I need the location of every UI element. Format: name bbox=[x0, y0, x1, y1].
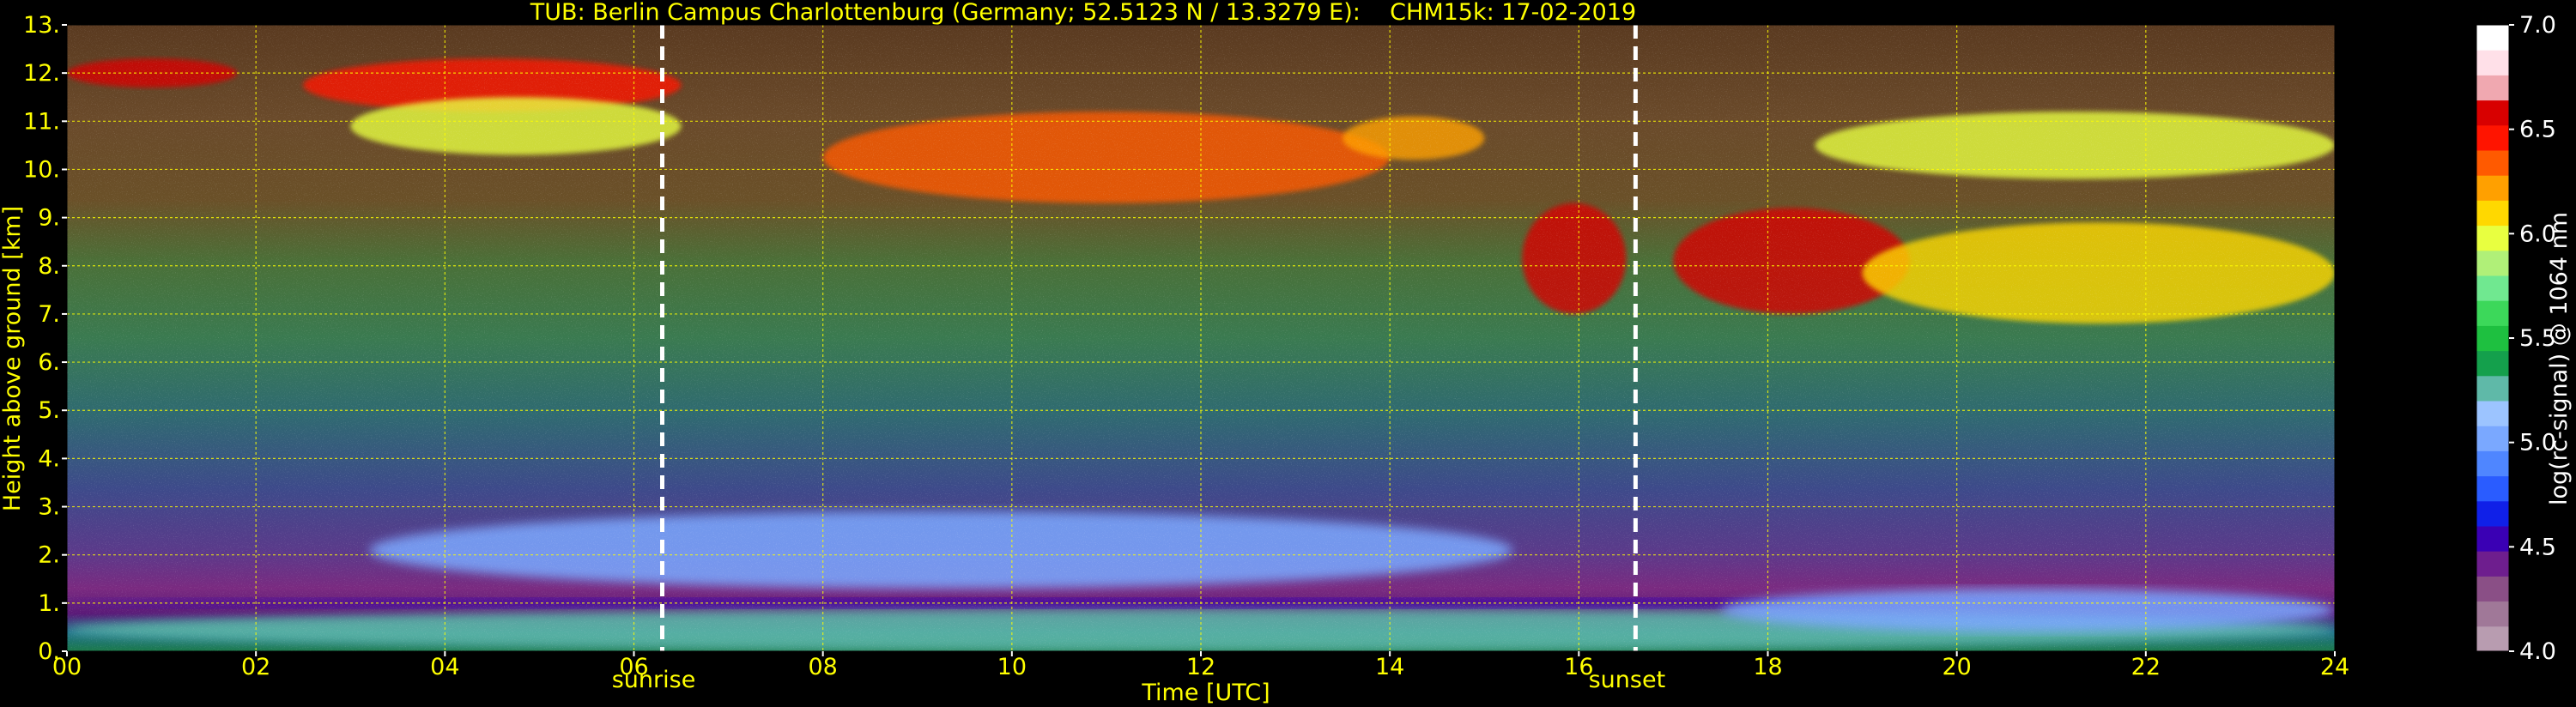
y-tick-label: 6. bbox=[38, 349, 60, 376]
y-tick-label: 4. bbox=[38, 445, 60, 472]
colorbar-swatch bbox=[2476, 225, 2509, 251]
x-tick-label: 22 bbox=[2131, 654, 2161, 680]
colorbar-swatch bbox=[2476, 500, 2509, 527]
colorbar-swatch bbox=[2476, 275, 2509, 301]
y-tick-label: 2. bbox=[38, 542, 60, 569]
y-tick-label: 3. bbox=[38, 494, 60, 521]
x-tick-label: 08 bbox=[808, 654, 837, 680]
x-tick-label: 10 bbox=[997, 654, 1027, 680]
x-tick-label: 18 bbox=[1753, 654, 1782, 680]
x-tick-label: 24 bbox=[2320, 654, 2349, 680]
colorbar-swatch bbox=[2476, 150, 2509, 176]
y-tick-label: 12. bbox=[23, 60, 60, 87]
colorbar-swatch bbox=[2476, 601, 2509, 627]
x-axis-ticks: 00 02 04 06 08 10 12 14 16 18 20 22 24 bbox=[52, 651, 2349, 680]
y-tick-label: 9. bbox=[38, 205, 60, 232]
x-tick-label: 20 bbox=[1942, 654, 1971, 680]
colorbar-swatch bbox=[2476, 124, 2509, 151]
x-tick-label: 04 bbox=[430, 654, 459, 680]
sun-event-labels: sunrise sunset bbox=[612, 667, 1665, 693]
colorbar-tick-label: 6.5 bbox=[2519, 117, 2556, 143]
colorbar-swatch bbox=[2476, 526, 2509, 552]
colorbar-swatch bbox=[2476, 250, 2509, 276]
colorbar-swatch bbox=[2476, 100, 2509, 126]
colorbar-swatch bbox=[2476, 200, 2509, 227]
y-tick-label: 11. bbox=[23, 108, 60, 135]
colorbar-label: log(rc-signal) @ 1064 nm bbox=[2546, 212, 2573, 505]
y-tick-label: 13. bbox=[23, 12, 60, 39]
colorbar-swatch bbox=[2476, 50, 2509, 76]
colorbar-swatch bbox=[2476, 551, 2509, 577]
colorbar-swatch bbox=[2476, 475, 2509, 502]
colorbar-swatch bbox=[2476, 175, 2509, 201]
sunrise-label: sunrise bbox=[612, 667, 696, 693]
sunset-label: sunset bbox=[1589, 667, 1666, 693]
y-tick-label: 1. bbox=[38, 590, 60, 617]
colorbar-swatch bbox=[2476, 25, 2509, 51]
lidar-chart: 0.1.2.3.4.5.6.7.8.9.10.11.12.13. 00 02 04 0… bbox=[0, 0, 2573, 706]
y-axis-label: Height above ground [km] bbox=[0, 206, 26, 511]
colorbar-swatch bbox=[2476, 300, 2509, 326]
x-tick-label: 00 bbox=[52, 654, 82, 680]
y-tick-label: 5. bbox=[38, 397, 60, 424]
colorbar-swatch bbox=[2476, 450, 2509, 477]
x-tick-label: 02 bbox=[241, 654, 270, 680]
y-tick-label: 7. bbox=[38, 301, 60, 328]
colorbar-swatch bbox=[2476, 75, 2509, 101]
colorbar-swatch bbox=[2476, 401, 2509, 426]
colorbar-swatch bbox=[2476, 325, 2509, 352]
plot-area bbox=[66, 24, 2336, 652]
colorbar-swatches bbox=[2476, 25, 2509, 652]
colorbar-tick-label: 7.0 bbox=[2519, 12, 2556, 39]
colorbar-tick-label: 4.0 bbox=[2519, 638, 2556, 665]
x-tick-label: 14 bbox=[1375, 654, 1404, 680]
colorbar: 4.04.55.05.56.06.57.0 log(rc-signal) @ 1… bbox=[2476, 12, 2573, 665]
colorbar-swatch bbox=[2476, 350, 2509, 377]
colorbar-swatch bbox=[2476, 576, 2509, 602]
chart-title: TUB: Berlin Campus Charlottenburg (Germa… bbox=[530, 0, 1636, 26]
y-axis-ticks: 0.1.2.3.4.5.6.7.8.9.10.11.12.13. bbox=[23, 12, 67, 665]
x-axis-label: Time [UTC] bbox=[1141, 680, 1270, 706]
colorbar-swatch bbox=[2476, 426, 2509, 451]
y-tick-label: 8. bbox=[38, 253, 60, 280]
colorbar-swatch bbox=[2476, 375, 2509, 402]
x-tick-label: 12 bbox=[1186, 654, 1215, 680]
y-tick-label: 10. bbox=[23, 156, 60, 183]
colorbar-tick-label: 4.5 bbox=[2519, 534, 2556, 560]
colorbar-swatch bbox=[2476, 625, 2509, 652]
